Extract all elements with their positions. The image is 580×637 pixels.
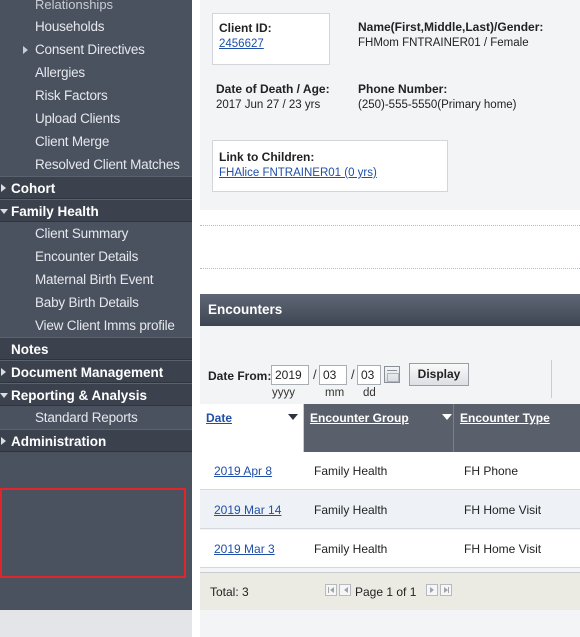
name-gender-label: Name(First,Middle,Last)/Gender: xyxy=(358,20,544,34)
year-input[interactable] xyxy=(271,365,309,385)
first-page-icon[interactable] xyxy=(325,584,337,596)
sidebar-nav: Relationships Households Consent Directi… xyxy=(0,0,192,637)
display-button[interactable]: Display xyxy=(409,363,469,386)
sidebar-section-label: Administration xyxy=(11,434,107,449)
table-row[interactable]: 2019 Mar 3 Family Health FH Home Visit xyxy=(200,530,580,568)
date-of-death-block: Date of Death / Age: 2017 Jun 27 / 23 yr… xyxy=(216,82,330,111)
date-of-death-value: 2017 Jun 27 / 23 yrs xyxy=(216,99,321,111)
divider xyxy=(200,225,580,226)
toolbar-separator xyxy=(551,360,552,398)
sidebar-section-cohort[interactable]: Cohort xyxy=(0,176,192,199)
sidebar-section-label: Document Management xyxy=(11,365,164,380)
sidebar-item-consent-directives[interactable]: Consent Directives xyxy=(0,38,192,61)
date-filter-row: Date From: / / Display yyyy mm dd xyxy=(200,360,580,400)
sort-icon xyxy=(442,414,452,420)
expand-arrow-icon xyxy=(23,45,28,54)
phone-number-label: Phone Number: xyxy=(358,82,448,96)
client-summary-panel: Client ID: 2456627 Name(First,Middle,Las… xyxy=(200,0,580,210)
column-header-label: Date xyxy=(206,411,233,425)
column-header-encounter-group[interactable]: Encounter Group xyxy=(304,404,454,452)
collapsed-arrow-icon xyxy=(1,368,6,376)
day-input[interactable] xyxy=(357,365,381,385)
year-format-hint: yyyy xyxy=(272,387,295,399)
table-row[interactable]: 2019 Apr 8 Family Health FH Phone xyxy=(200,452,580,490)
highlight-annotation-box xyxy=(0,488,186,578)
date-of-death-label: Date of Death / Age: xyxy=(216,82,330,96)
client-id-label: Client ID: xyxy=(219,21,272,35)
encounters-table-header: Date Encounter Group Encounter Type xyxy=(200,404,580,452)
sidebar-section-label: Reporting & Analysis xyxy=(11,388,148,403)
link-to-children-label: Link to Children: xyxy=(219,150,315,164)
encounter-type-cell: FH Home Visit xyxy=(464,503,542,517)
encounter-date-link[interactable]: 2019 Mar 3 xyxy=(214,542,275,556)
encounter-date-link[interactable]: 2019 Mar 14 xyxy=(214,503,281,517)
sidebar-item-standard-reports[interactable]: Standard Reports xyxy=(0,406,192,429)
sidebar-section-label: Cohort xyxy=(11,181,56,196)
page-indicator: Page 1 of 1 xyxy=(355,585,417,599)
client-id-box: Client ID: 2456627 xyxy=(212,13,330,65)
child-client-link[interactable]: FHAlice FNTRAINER01 (0 yrs) xyxy=(219,167,441,179)
sidebar-section-family-health[interactable]: Family Health xyxy=(0,199,192,222)
sidebar-item-maternal-birth-event[interactable]: Maternal Birth Event xyxy=(0,268,192,291)
date-separator: / xyxy=(351,367,355,382)
encounters-panel-title: Encounters xyxy=(200,294,580,326)
encounter-type-cell: FH Phone xyxy=(464,464,519,478)
sidebar-section-label: Notes xyxy=(11,342,49,357)
client-id-link[interactable]: 2456627 xyxy=(219,38,323,50)
sidebar-section-label: Family Health xyxy=(11,204,99,219)
previous-page-icon[interactable] xyxy=(339,584,351,596)
column-header-label: Encounter Group xyxy=(310,411,409,425)
expanded-arrow-icon xyxy=(0,393,8,398)
sidebar-section-notes[interactable]: Notes xyxy=(0,337,192,360)
sidebar-section-reporting-analysis[interactable]: Reporting & Analysis xyxy=(0,383,192,406)
sidebar-section-document-management[interactable]: Document Management xyxy=(0,360,192,383)
total-count: Total: 3 xyxy=(210,585,249,599)
sidebar-section-administration[interactable]: Administration xyxy=(0,429,192,452)
sidebar-item-client-summary[interactable]: Client Summary xyxy=(0,222,192,245)
sidebar-item-households[interactable]: Households xyxy=(0,15,192,38)
sidebar-item-client-merge[interactable]: Client Merge xyxy=(0,130,192,153)
pagination-bar: Total: 3 Page 1 of 1 xyxy=(200,572,580,610)
column-header-label: Encounter Type xyxy=(460,411,550,425)
encounter-group-cell: Family Health xyxy=(314,542,388,556)
date-separator: / xyxy=(313,367,317,382)
encounter-group-cell: Family Health xyxy=(314,503,388,517)
next-page-icon[interactable] xyxy=(426,584,438,596)
sidebar-item-relationships[interactable]: Relationships xyxy=(0,0,192,15)
calendar-icon[interactable] xyxy=(384,366,400,383)
encounters-panel: Encounters Date From: / / Display yyyy m… xyxy=(200,294,580,637)
column-header-date[interactable]: Date xyxy=(200,404,304,452)
encounter-type-cell: FH Home Visit xyxy=(464,542,542,556)
sort-descending-icon xyxy=(288,414,298,420)
sidebar-item-upload-clients[interactable]: Upload Clients xyxy=(0,107,192,130)
collapsed-arrow-icon xyxy=(1,437,6,445)
sidebar-item-baby-birth-details[interactable]: Baby Birth Details xyxy=(0,291,192,314)
sidebar-item-risk-factors[interactable]: Risk Factors xyxy=(0,84,192,107)
date-from-label: Date From: xyxy=(208,369,272,383)
expanded-arrow-icon xyxy=(0,209,8,214)
month-format-hint: mm xyxy=(325,387,345,399)
month-input[interactable] xyxy=(319,365,347,385)
encounter-group-cell: Family Health xyxy=(314,464,388,478)
sidebar-item-view-client-imms-profile[interactable]: View Client Imms profile xyxy=(0,314,192,337)
sidebar-item-allergies[interactable]: Allergies xyxy=(0,61,192,84)
link-to-children-box: Link to Children: FHAlice FNTRAINER01 (0… xyxy=(212,140,448,192)
encounter-date-link[interactable]: 2019 Apr 8 xyxy=(214,464,272,478)
table-row[interactable]: 2019 Mar 14 Family Health FH Home Visit xyxy=(200,491,580,529)
day-format-hint: dd xyxy=(363,387,376,399)
divider xyxy=(200,268,580,269)
name-gender-value: FHMom FNTRAINER01 / Female xyxy=(358,37,529,49)
sidebar-item-label: Consent Directives xyxy=(35,42,145,57)
sidebar-item-encounter-details[interactable]: Encounter Details xyxy=(0,245,192,268)
phone-block: Phone Number: (250)-555-5550(Primary hom… xyxy=(358,82,517,111)
phone-number-value: (250)-555-5550(Primary home) xyxy=(358,99,517,111)
client-name-block: Name(First,Middle,Last)/Gender: FHMom FN… xyxy=(358,20,543,49)
sidebar-item-resolved-client-matches[interactable]: Resolved Client Matches xyxy=(0,153,192,176)
sidebar-footer xyxy=(0,610,192,637)
column-header-encounter-type[interactable]: Encounter Type xyxy=(454,404,580,452)
last-page-icon[interactable] xyxy=(440,584,452,596)
collapsed-arrow-icon xyxy=(1,184,6,192)
